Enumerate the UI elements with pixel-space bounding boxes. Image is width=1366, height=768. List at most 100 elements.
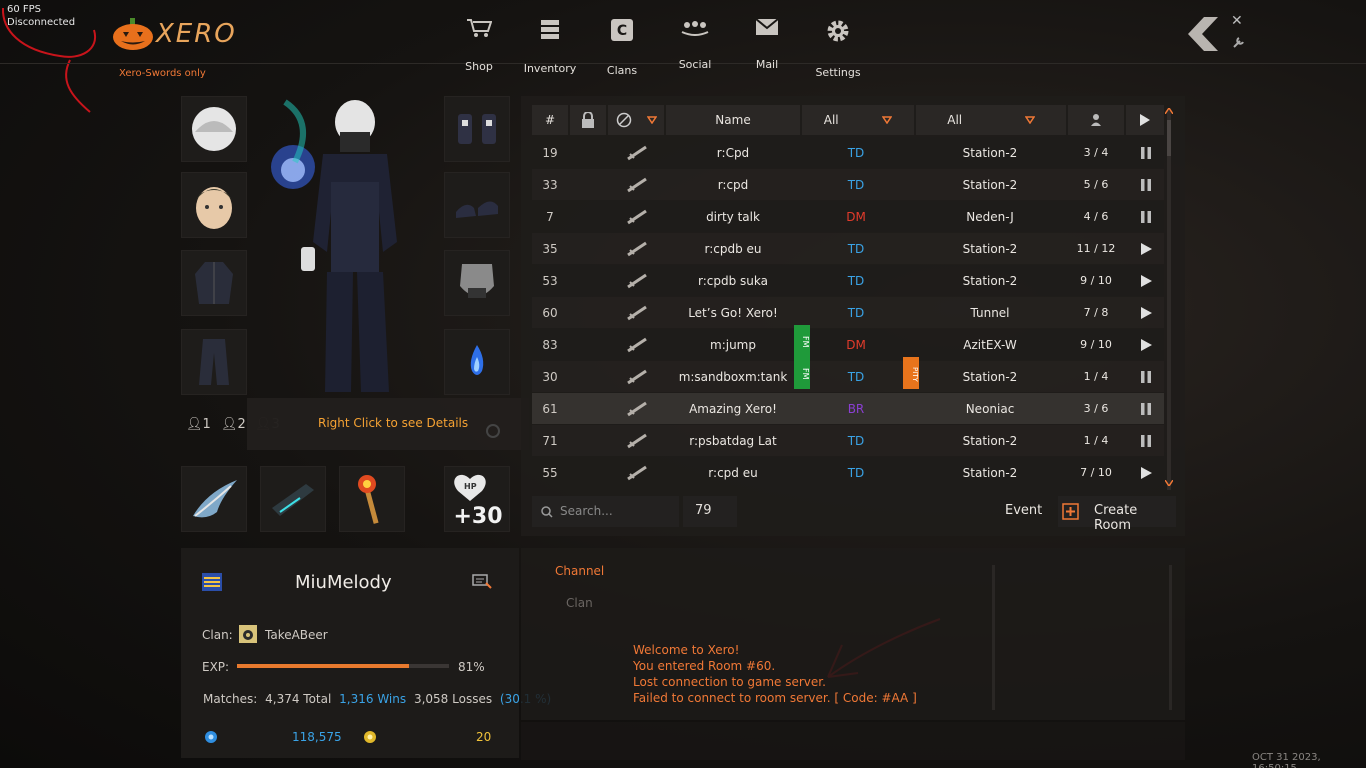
dropdown-arrow-icon bbox=[882, 116, 893, 124]
room-map: Neden-J bbox=[966, 210, 1014, 224]
room-row[interactable]: 19 r:Cpd TD Station-2 3 / 4 bbox=[532, 137, 1164, 169]
nav-social[interactable]: Social bbox=[659, 18, 731, 71]
character-model[interactable] bbox=[255, 92, 435, 402]
room-row[interactable]: 60 Let’s Go! Xero! TD Tunnel 7 / 8 bbox=[532, 297, 1164, 329]
dropdown-arrow-icon bbox=[646, 116, 657, 124]
room-list-scrollbar[interactable] bbox=[1167, 110, 1171, 490]
room-row[interactable]: 55 r:cpd eu TD Station-2 7 / 10 bbox=[532, 457, 1164, 489]
map-filter-label: All bbox=[947, 113, 963, 127]
hair-slot[interactable] bbox=[181, 96, 247, 162]
preset-1-button[interactable]: 👤︎1 bbox=[186, 417, 211, 432]
face-slot[interactable] bbox=[181, 172, 247, 238]
chat-tab-scrollbar[interactable] bbox=[992, 565, 995, 710]
chat-tab-channel[interactable]: Channel bbox=[555, 564, 604, 578]
chat-message: Lost connection to game server. bbox=[633, 675, 826, 689]
nav-inventory[interactable]: Inventory bbox=[514, 18, 586, 75]
hp-bonus-slot[interactable]: HP +30 bbox=[444, 466, 510, 532]
room-row[interactable]: 83 m:jump DM AzitEX-W 9 / 10 FM bbox=[532, 325, 1164, 361]
col-map-filter[interactable]: All bbox=[916, 105, 1066, 135]
col-players[interactable] bbox=[1068, 105, 1124, 135]
room-search-field[interactable]: Search... bbox=[532, 496, 679, 527]
chat-message: Welcome to Xero! bbox=[633, 643, 740, 657]
room-mode: DM bbox=[846, 338, 866, 352]
room-name: Let’s Go! Xero! bbox=[688, 306, 778, 320]
chat-tab-clan[interactable]: Clan bbox=[566, 596, 593, 610]
room-players: 3 / 4 bbox=[1083, 146, 1109, 159]
connection-status: Disconnected bbox=[7, 17, 76, 28]
matches-wins: 1,316 Wins bbox=[339, 692, 407, 706]
weapon-slot-3[interactable] bbox=[339, 466, 405, 532]
room-number: 61 bbox=[542, 402, 558, 416]
room-players: 3 / 6 bbox=[1083, 402, 1109, 415]
effect-slot[interactable] bbox=[444, 329, 510, 395]
col-lock[interactable] bbox=[570, 105, 606, 135]
mask-icon bbox=[460, 264, 494, 298]
room-map: Station-2 bbox=[962, 466, 1018, 480]
pause-icon bbox=[1141, 179, 1151, 191]
room-players: 7 / 8 bbox=[1083, 306, 1109, 319]
scroll-down-icon[interactable] bbox=[1165, 480, 1173, 486]
col-filter[interactable] bbox=[608, 105, 664, 135]
room-mode: TD bbox=[847, 242, 865, 256]
nav-settings-label: Settings bbox=[815, 66, 861, 79]
exp-percent: 81% bbox=[458, 660, 485, 674]
room-name: m:sandboxm:tank bbox=[678, 370, 788, 384]
nav-mail[interactable]: Mail bbox=[731, 18, 803, 71]
chat-scrollbar[interactable] bbox=[1169, 565, 1172, 710]
preset-2-label: 2 bbox=[237, 417, 246, 432]
shoes-slot[interactable] bbox=[444, 172, 510, 238]
col-mode-filter[interactable]: All bbox=[802, 105, 914, 135]
nav-mail-label: Mail bbox=[755, 58, 779, 71]
lock-icon bbox=[582, 112, 594, 128]
room-row[interactable]: 71 r:psbatdag Lat TD Station-2 1 / 4 bbox=[532, 425, 1164, 457]
svg-text:C: C bbox=[617, 23, 627, 39]
fps-counter: 60 FPS bbox=[7, 4, 42, 15]
wrench-icon[interactable] bbox=[1233, 36, 1245, 48]
room-row[interactable]: 61 Amazing Xero! BR Neoniac 3 / 6 bbox=[532, 393, 1164, 425]
room-name: Amazing Xero! bbox=[689, 402, 777, 416]
room-name: m:jump bbox=[710, 338, 756, 352]
room-list-scroll-thumb[interactable] bbox=[1167, 120, 1171, 156]
room-row[interactable]: 53 r:cpdb suka TD Station-2 9 / 10 bbox=[532, 265, 1164, 297]
matches-total: 4,374 Total bbox=[265, 692, 332, 706]
room-row[interactable]: 30 m:sandboxm:tank TD Station-2 1 / 4 FM PITY bbox=[532, 357, 1164, 393]
nav-clans-label: Clans bbox=[606, 64, 638, 77]
sword-icon bbox=[627, 241, 647, 257]
nav-shop[interactable]: Shop bbox=[443, 18, 515, 73]
details-tooltip: Right Click to see Details bbox=[247, 398, 529, 450]
rotate-icon[interactable] bbox=[486, 424, 500, 438]
room-row[interactable]: 7 dirty talk DM Neden-J 4 / 6 bbox=[532, 201, 1164, 233]
matches-line: Matches: 4,374 Total 1,316 Wins 3,058 Lo… bbox=[203, 692, 551, 706]
scroll-up-icon[interactable] bbox=[1165, 108, 1173, 114]
preset-2-button[interactable]: 👤︎2 bbox=[221, 417, 246, 432]
room-mode: BR bbox=[847, 402, 865, 416]
chat-input[interactable] bbox=[521, 722, 1185, 760]
create-room-button[interactable]: Create Room bbox=[1058, 496, 1176, 533]
edit-profile-icon[interactable] bbox=[472, 573, 492, 589]
clan-name[interactable]: TakeABeer bbox=[265, 628, 328, 642]
face-icon bbox=[196, 187, 232, 229]
weapon-slot-1[interactable] bbox=[181, 466, 247, 532]
debug-info: 60 FPS Disconnected bbox=[7, 3, 75, 29]
fm-badge: FM bbox=[794, 325, 810, 357]
nav-clans[interactable]: C Clans bbox=[586, 18, 658, 77]
room-row[interactable]: 35 r:cpdb eu TD Station-2 11 / 12 bbox=[532, 233, 1164, 265]
room-name: r:Cpd bbox=[716, 146, 750, 160]
room-mode: TD bbox=[847, 370, 865, 384]
weapon-slot-2[interactable] bbox=[260, 466, 326, 532]
col-num[interactable]: # bbox=[532, 105, 568, 135]
top-slot[interactable] bbox=[181, 250, 247, 316]
bottom-slot[interactable] bbox=[181, 329, 247, 395]
event-button[interactable]: Event bbox=[1005, 503, 1042, 518]
back-arrow-icon[interactable] bbox=[1188, 17, 1220, 51]
col-state[interactable] bbox=[1126, 105, 1164, 135]
col-name[interactable]: Name bbox=[666, 105, 800, 135]
accessory-slot[interactable] bbox=[444, 250, 510, 316]
gloves-icon bbox=[458, 114, 496, 144]
close-icon[interactable]: ✕ bbox=[1231, 13, 1243, 29]
game-logo: XERO bbox=[112, 14, 237, 54]
mail-icon bbox=[755, 18, 779, 35]
room-row[interactable]: 33 r:cpd TD Station-2 5 / 6 bbox=[532, 169, 1164, 201]
nav-settings[interactable]: Settings bbox=[802, 18, 874, 79]
gloves-slot[interactable] bbox=[444, 96, 510, 162]
